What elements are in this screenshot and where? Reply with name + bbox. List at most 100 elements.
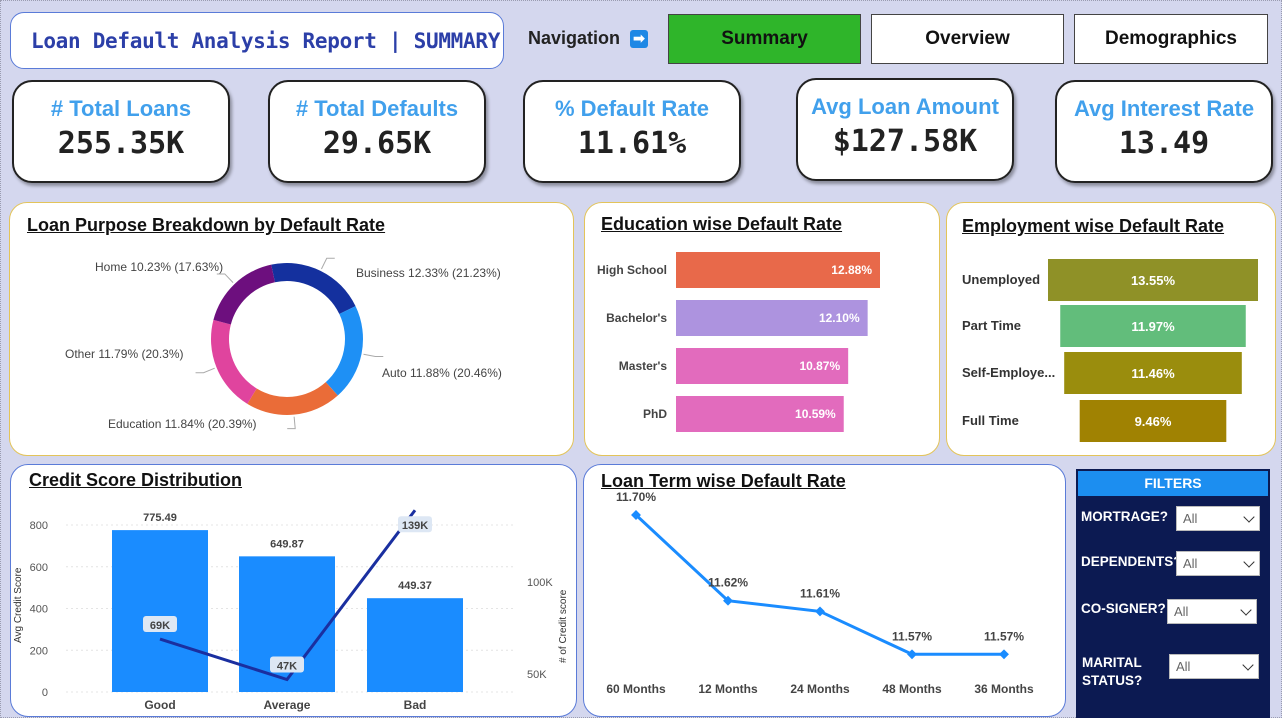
bar-value-label: 649.87 [270,538,304,550]
line-value-label: 11.57% [892,629,932,643]
nav-demographics-button[interactable]: Demographics [1074,14,1268,64]
kpi-label: Avg Interest Rate [1073,96,1255,121]
kpi-label: Avg Loan Amount [811,94,999,119]
x-axis-tick-label: Average [264,698,311,712]
donut-label-home: Home 10.23% (17.63%) [95,260,223,274]
y2-axis-tick-label: 100K [527,577,553,589]
employment-value-label: 13.55% [1131,273,1176,288]
y-axis-tick-label: 800 [30,520,48,532]
filter-label-marital-status: MARITAL STATUS? [1082,655,1143,688]
x-axis-tick-label: 60 Months [606,682,666,696]
credit-score-combo-chart: 800 600 400 200 0 Avg Credit Score # of Credit… [13,509,569,712]
x-axis-tick-label: Good [144,698,175,712]
employment-funnel-chart: Unemployed 13.55% Part Time 11.97% Self-Empl… [962,259,1258,442]
kpi-value: 11.61% [577,126,687,161]
employment-value-label: 9.46% [1135,414,1172,429]
filter-marital-status-select[interactable]: All [1169,654,1259,679]
bar-value-label: 449.37 [398,580,432,592]
donut-label-other: Other 11.79% (20.3%) [65,347,184,361]
education-category-label: PhD [643,407,667,421]
chevron-down-icon [1243,511,1255,523]
education-category-label: Bachelor's [606,311,667,325]
education-value-label: 12.10% [819,311,860,325]
donut-leader-line [287,416,296,430]
donut-slice-other [211,319,257,404]
donut-leader-line [195,367,215,374]
credit-score-bar [112,530,208,692]
donut-slice-auto [325,306,364,396]
employment-value-label: 11.46% [1131,366,1175,381]
line-value-label: 11.57% [984,629,1024,643]
donut-label-education: Education 11.84% (20.39%) [108,417,257,431]
kpi-avg-loan-amount: Avg Loan Amount $127.58K [796,78,1014,181]
donut-leader-line [363,353,384,358]
employment-category-label: Self-Employe... [962,365,1055,380]
kpi-default-rate: % Default Rate 11.61% [523,80,741,183]
kpi-label: # Total Defaults [295,96,459,121]
education-category-label: High School [597,263,667,277]
line-marker [999,649,1009,660]
nav-summary-button[interactable]: Summary [668,14,861,64]
kpi-value: 29.65K [322,126,432,161]
x-axis-tick-label: Bad [404,698,427,712]
education-card: Education wise Default Rate High School 1… [584,202,940,456]
donut-leader-line [321,257,335,270]
line-value-label: 47K [277,661,297,673]
filter-label-dependents: DEPENDENTS? [1081,554,1182,569]
x-axis-tick-label: 12 Months [698,682,758,696]
y2-axis-tick-label: 50K [527,669,547,681]
education-value-label: 10.59% [795,407,836,421]
filter-cosigner-select[interactable]: All [1167,599,1257,624]
kpi-total-defaults: # Total Defaults 29.65K [268,80,486,183]
filters-title: FILTERS [1078,471,1268,496]
chevron-down-icon [1242,659,1254,671]
employment-card: Employment wise Default Rate Unemployed 1… [946,202,1276,456]
filter-label-mortgage: MORTRAGE? [1081,509,1168,524]
chevron-down-icon [1240,604,1252,616]
employment-category-label: Part Time [962,318,1021,333]
filter-mortgage-select[interactable]: All [1176,506,1260,531]
credit-score-card: Credit Score Distribution 800 600 400 200 0 A… [10,464,577,717]
employment-value-label: 11.97% [1131,319,1175,334]
filters-panel: FILTERS MORTRAGE? All DEPENDENTS? All CO… [1076,469,1270,718]
education-bar-chart: High School 12.88% Bachelor's 12.10% Master'… [597,252,880,432]
credit-score-bar [367,598,463,692]
filter-label-cosigner: CO-SIGNER? [1081,601,1166,616]
y2-axis-title: # of Credit score [558,589,569,663]
y-axis-tick-label: 200 [30,645,48,657]
loan-term-card: Loan Term wise Default Rate 11.70% 60 Mon… [583,464,1066,717]
report-title-box: Loan Default Analysis Report | SUMMARY [10,12,504,69]
loan-term-line-chart: 11.70% 60 Months 11.62% 12 Months 11.61% 24 M… [606,490,1034,696]
education-value-label: 10.87% [799,359,840,373]
line-value-label: 139K [402,520,428,532]
y-axis-tick-label: 0 [42,687,48,699]
kpi-avg-interest-rate: Avg Interest Rate 13.49 [1055,80,1273,183]
filter-dependents-select[interactable]: All [1176,551,1260,576]
report-title: Loan Default Analysis Report | SUMMARY [31,28,501,53]
navigation-label: Navigation ➡ [528,28,649,49]
education-category-label: Master's [619,359,668,373]
line-marker [907,649,917,660]
line-marker [815,606,825,617]
y-axis-title: Avg Credit Score [13,567,24,643]
loan-term-line [634,513,1004,656]
line-value-label: 11.62% [708,576,748,590]
kpi-total-loans: # Total Loans 255.35K [12,80,230,183]
donut-leader-line [216,273,234,283]
chevron-down-icon [1243,556,1255,568]
kpi-label: # Total Loans [50,96,192,121]
loan-purpose-card: Loan Purpose Breakdown by Default Rate B… [9,202,574,456]
education-value-label: 12.88% [831,263,872,277]
line-value-label: 11.70% [616,490,656,504]
arrow-right-icon: ➡ [630,29,649,48]
line-value-label: 69K [150,620,170,632]
nav-overview-button[interactable]: Overview [871,14,1064,64]
donut-label-auto: Auto 11.88% (20.46%) [382,366,502,380]
kpi-value: 13.49 [1118,126,1210,161]
x-axis-tick-label: 24 Months [790,682,850,696]
y-axis-tick-label: 400 [30,604,48,616]
kpi-value: 255.35K [57,126,185,161]
donut-slice-business [271,263,356,314]
donut-slice-education [247,382,338,415]
line-value-label: 11.61% [800,586,840,600]
